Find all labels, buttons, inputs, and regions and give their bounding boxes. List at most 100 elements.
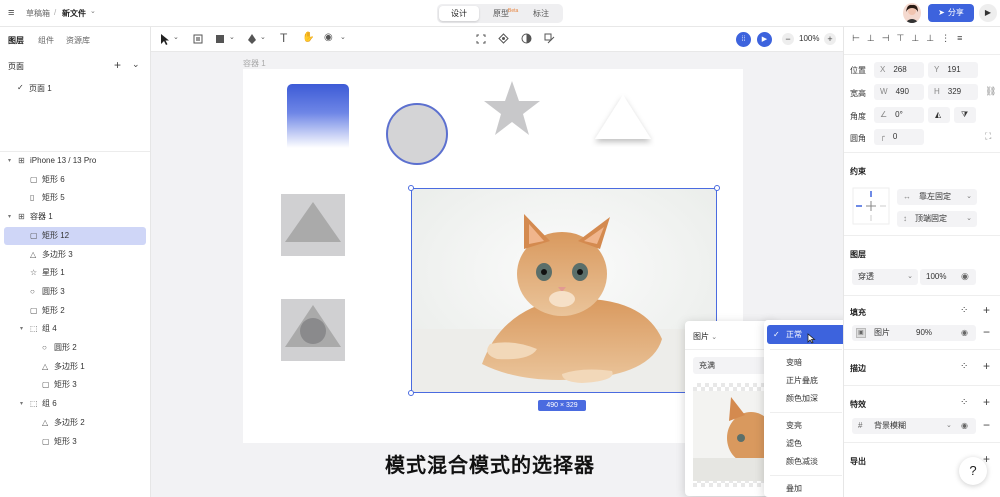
- file-name[interactable]: 新文件: [62, 8, 86, 19]
- blend-option-darken[interactable]: 变暗: [764, 354, 848, 372]
- eye-icon[interactable]: ◉: [961, 325, 968, 341]
- layer-row[interactable]: ▢ 矩形 6: [0, 171, 150, 189]
- tab-annotate[interactable]: 标注: [521, 6, 561, 21]
- star-shape[interactable]: [481, 79, 543, 137]
- zoom-out-button[interactable]: −: [782, 33, 794, 45]
- crop-icon[interactable]: [476, 34, 486, 44]
- flip-horizontal-icon[interactable]: ◭: [928, 107, 950, 123]
- grid-view-icon[interactable]: ⁞⁞: [736, 32, 751, 47]
- independent-corners-icon[interactable]: ⛶: [985, 131, 991, 142]
- constraint-widget[interactable]: [852, 187, 890, 225]
- y-field[interactable]: Y 191: [928, 62, 978, 78]
- expand-arrow-icon[interactable]: ▾: [20, 395, 23, 413]
- layer-row[interactable]: ☆ 星形 1: [0, 264, 150, 282]
- remove-effect-icon[interactable]: −: [983, 418, 990, 432]
- mask-icon[interactable]: [521, 33, 532, 44]
- resize-handle[interactable]: [714, 185, 720, 191]
- layer-row[interactable]: ▾ ⬚ 组 6: [0, 395, 150, 413]
- style-grid-icon[interactable]: ⁘: [960, 397, 968, 408]
- resize-handle[interactable]: [408, 185, 414, 191]
- width-field[interactable]: W 490: [874, 84, 924, 100]
- layer-row[interactable]: ▢ 矩形 3: [0, 433, 150, 451]
- fill-type-select[interactable]: 图片 ⌄: [693, 331, 717, 342]
- zoom-level[interactable]: 100%: [799, 34, 819, 43]
- style-grid-icon[interactable]: ⁘: [960, 305, 968, 316]
- constraint-horizontal-select[interactable]: ↔ 靠左固定 ⌄: [897, 189, 977, 205]
- preview-play-icon[interactable]: ▶: [757, 32, 772, 47]
- share-button[interactable]: ➤ 分享: [928, 4, 974, 22]
- lock-ratio-icon[interactable]: ⛓: [985, 86, 996, 97]
- layer-row[interactable]: ▢ 矩形 2: [0, 302, 150, 320]
- plugin-tool-icon[interactable]: ◉: [324, 33, 333, 43]
- align-center-h-icon[interactable]: ⊥: [867, 33, 882, 43]
- chevron-down-icon[interactable]: ⌄: [90, 7, 96, 15]
- add-fill-icon[interactable]: +: [983, 303, 990, 317]
- square-with-triangle[interactable]: [281, 194, 345, 256]
- breadcrumb-parent[interactable]: 草稿箱: [26, 8, 50, 19]
- align-right-icon[interactable]: ⊣: [882, 33, 897, 43]
- layer-row[interactable]: △ 多边形 2: [0, 414, 150, 432]
- blend-option-screen[interactable]: 滤色: [764, 435, 848, 453]
- layer-row[interactable]: ○ 圆形 3: [0, 283, 150, 301]
- angle-field[interactable]: ∠ 0°: [874, 107, 924, 123]
- play-button[interactable]: ▶: [979, 4, 997, 22]
- triangle-shape[interactable]: [591, 91, 655, 147]
- pointer-tool-icon[interactable]: [160, 33, 170, 45]
- circle-shape[interactable]: [385, 102, 449, 166]
- fill-opacity[interactable]: 90%: [916, 325, 932, 341]
- distribute-icon[interactable]: ⋮: [941, 33, 957, 43]
- add-page-icon[interactable]: +: [114, 58, 121, 72]
- expand-arrow-icon[interactable]: ▾: [8, 152, 11, 170]
- chevron-down-icon[interactable]: ⌄: [229, 34, 235, 41]
- expand-arrow-icon[interactable]: ▾: [8, 208, 11, 226]
- page-item[interactable]: ✓ 页面 1: [0, 80, 150, 96]
- add-stroke-icon[interactable]: +: [983, 359, 990, 373]
- align-middle-icon[interactable]: ⊥: [911, 33, 926, 43]
- layer-row[interactable]: ▾ ⬚ 组 4: [0, 320, 150, 338]
- frame-container[interactable]: 490 × 329: [243, 69, 743, 443]
- effect-row[interactable]: # 背景模糊 ⌄ ◉: [852, 418, 976, 434]
- fit-mode-select[interactable]: 充满: [693, 357, 771, 374]
- radius-field[interactable]: ╭ 0: [874, 129, 924, 145]
- layer-row[interactable]: ▯ 矩形 5: [0, 189, 150, 207]
- text-tool-icon[interactable]: T: [280, 32, 287, 44]
- resize-handle[interactable]: [408, 390, 414, 396]
- eye-icon[interactable]: ◉: [961, 418, 968, 434]
- chevron-down-icon[interactable]: ⌄: [340, 34, 346, 41]
- blend-option-lighten[interactable]: 变亮: [764, 417, 848, 435]
- blend-option-color-dodge[interactable]: 颜色减淡: [764, 453, 848, 471]
- fill-row[interactable]: ▣ 图片 90% ◉: [852, 325, 976, 341]
- remove-fill-icon[interactable]: −: [983, 325, 990, 339]
- tab-design[interactable]: 设计: [439, 6, 479, 21]
- component-icon[interactable]: [498, 33, 509, 44]
- gradient-rectangle[interactable]: [287, 84, 349, 148]
- canvas[interactable]: 容器 1 490 × 329 模式混合模式的选择器 图片 ⌄ 充满 ✓ 正常 变…: [151, 52, 851, 497]
- layer-row[interactable]: ○ 圆形 2: [0, 339, 150, 357]
- tab-layers[interactable]: 图层: [8, 35, 24, 46]
- eye-icon[interactable]: ◉: [961, 271, 969, 282]
- chevron-down-icon[interactable]: ⌄: [132, 59, 140, 70]
- flip-vertical-icon[interactable]: ⧩: [954, 107, 976, 123]
- help-button[interactable]: ?: [959, 457, 987, 485]
- image-thumbnail[interactable]: [693, 383, 771, 487]
- layer-row[interactable]: ▾ ⊞ iPhone 13 / 13 Pro: [0, 152, 150, 170]
- square-with-triangle-circle[interactable]: [281, 299, 345, 361]
- rectangle-tool-icon[interactable]: [215, 34, 225, 44]
- align-left-icon[interactable]: ⊢: [852, 33, 867, 43]
- expand-arrow-icon[interactable]: ▾: [20, 320, 23, 338]
- distribute-v-icon[interactable]: ≡: [957, 33, 969, 43]
- layer-row[interactable]: ▢ 矩形 3: [0, 376, 150, 394]
- blend-option-overlay[interactable]: 叠加: [764, 480, 848, 497]
- align-bottom-icon[interactable]: ⊥: [926, 33, 941, 43]
- chevron-down-icon[interactable]: ⌄: [173, 34, 179, 41]
- blend-option-normal[interactable]: ✓ 正常: [764, 326, 848, 344]
- style-grid-icon[interactable]: ⁘: [960, 361, 968, 372]
- boolean-icon[interactable]: [544, 33, 555, 44]
- layer-row[interactable]: △ 多边形 3: [0, 246, 150, 264]
- frame-label[interactable]: 容器 1: [243, 58, 266, 69]
- layer-blend-select[interactable]: 穿透 ⌄: [852, 269, 918, 285]
- layer-row[interactable]: ▾ ⊞ 容器 1: [0, 208, 150, 226]
- tab-components[interactable]: 组件: [38, 35, 54, 46]
- zoom-in-button[interactable]: +: [824, 33, 836, 45]
- height-field[interactable]: H 329: [928, 84, 978, 100]
